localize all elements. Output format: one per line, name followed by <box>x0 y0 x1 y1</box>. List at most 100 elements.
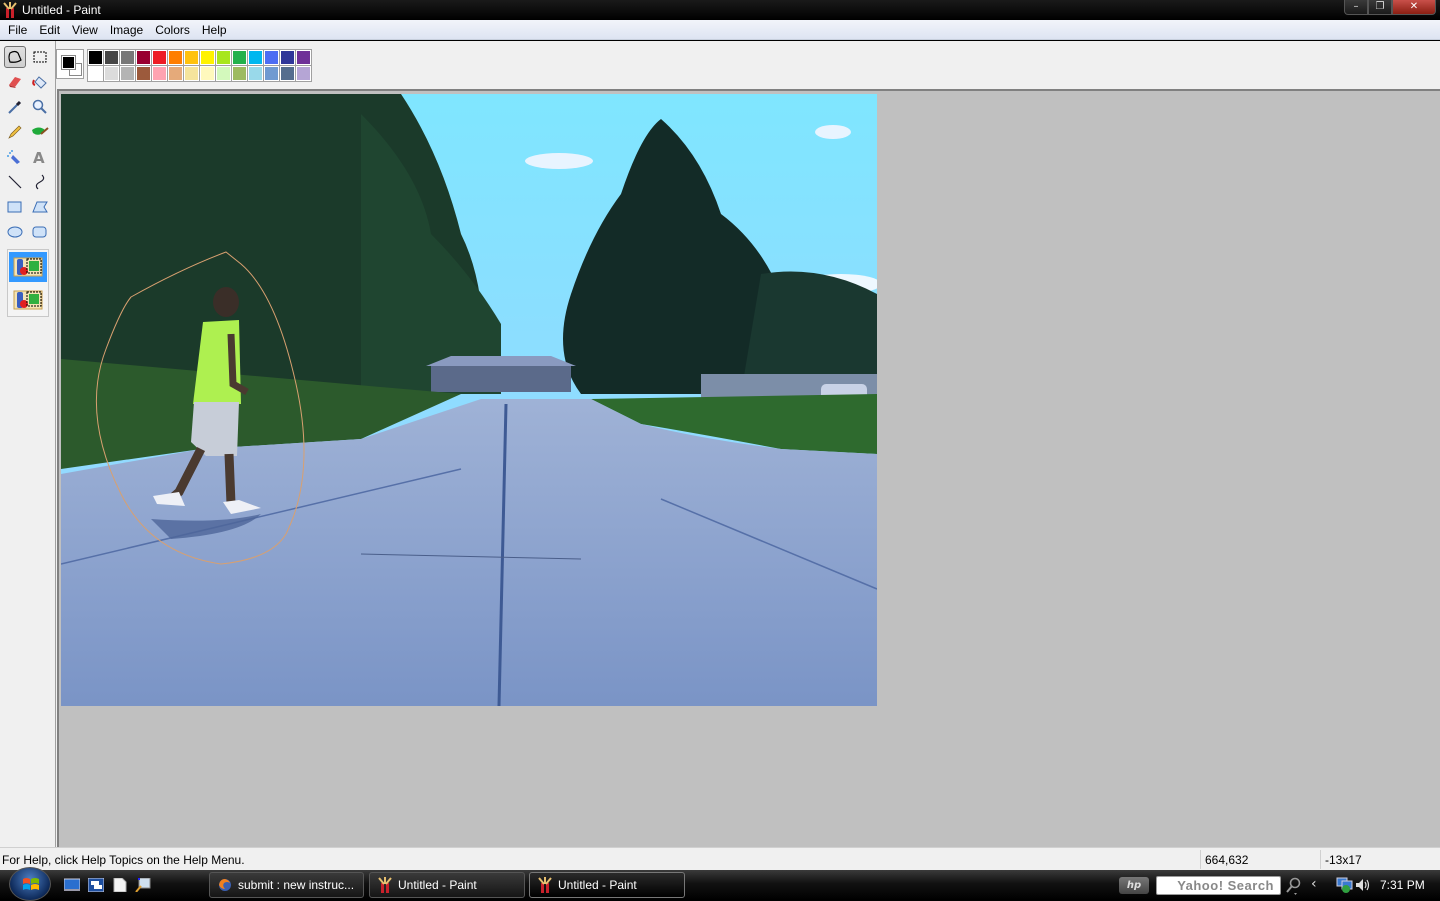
paint-window: A <box>0 41 1440 847</box>
lasso-icon <box>8 50 22 63</box>
taskbar-button-paint-1[interactable]: Untitled - Paint <box>369 872 525 898</box>
windows-logo-icon <box>23 878 39 890</box>
transparent-selection-icon <box>13 290 43 310</box>
palette-swatch[interactable] <box>295 49 312 66</box>
palette-swatch[interactable] <box>247 65 264 82</box>
palette-swatch[interactable] <box>263 49 280 66</box>
palette-swatch[interactable] <box>119 49 136 66</box>
tool-select[interactable] <box>29 46 51 68</box>
ellipse-icon <box>7 226 23 238</box>
tool-pencil[interactable] <box>4 121 26 143</box>
tool-curve[interactable] <box>29 171 51 193</box>
menu-view[interactable]: View <box>66 20 104 39</box>
menu-file[interactable]: File <box>2 20 33 39</box>
tool-line[interactable] <box>4 171 26 193</box>
tool-rectangle[interactable] <box>4 196 26 218</box>
tool-polygon[interactable] <box>29 196 51 218</box>
palette-swatch[interactable] <box>151 65 168 82</box>
tool-magnifier[interactable] <box>29 96 51 118</box>
palette-swatch[interactable] <box>167 65 184 82</box>
search-computer-icon[interactable] <box>135 878 151 892</box>
brush-icon <box>32 127 49 135</box>
palette-swatch[interactable] <box>295 65 312 82</box>
palette-swatch[interactable] <box>247 49 264 66</box>
close-button[interactable]: ✕ <box>1392 0 1436 15</box>
palette-swatch[interactable] <box>215 49 232 66</box>
house-roof <box>426 356 576 366</box>
taskbar-button-paint-2[interactable]: Untitled - Paint <box>529 872 685 898</box>
palette-swatch[interactable] <box>231 49 248 66</box>
menu-bar: File Edit View Image Colors Help <box>0 20 1440 40</box>
rectangle-icon <box>7 201 22 213</box>
clock[interactable]: 7:31 PM <box>1380 878 1425 892</box>
switch-windows-icon[interactable] <box>88 878 104 892</box>
svg-text:A: A <box>33 149 45 165</box>
cloud <box>525 153 593 169</box>
start-button[interactable] <box>9 867 51 901</box>
palette-swatch[interactable] <box>135 65 152 82</box>
palette-swatch[interactable] <box>135 49 152 66</box>
network-icon[interactable] <box>1336 877 1354 893</box>
yahoo-search-input[interactable]: Yahoo! Search <box>1156 876 1281 895</box>
rect-select-icon <box>33 51 47 63</box>
palette-swatch[interactable] <box>103 65 120 82</box>
paint-app-icon <box>3 2 17 18</box>
menu-edit[interactable]: Edit <box>33 20 66 39</box>
minimize-button[interactable]: – <box>1344 0 1368 15</box>
palette-swatch[interactable] <box>151 49 168 66</box>
hp-logo-icon[interactable]: hp <box>1119 877 1149 894</box>
current-colors[interactable] <box>56 49 84 79</box>
tool-pick-color[interactable] <box>4 96 26 118</box>
window-title: Untitled - Paint <box>22 3 101 17</box>
tool-free-form-select[interactable] <box>4 46 26 68</box>
color-palette <box>87 49 312 82</box>
taskbar-button-label: submit : new instruc... <box>238 878 355 892</box>
tool-rounded-rectangle[interactable] <box>29 221 51 243</box>
street-photo <box>61 94 877 706</box>
tool-airbrush[interactable] <box>4 146 26 168</box>
palette-swatch[interactable] <box>279 49 296 66</box>
palette-swatch[interactable] <box>231 65 248 82</box>
show-desktop-icon[interactable] <box>64 878 80 892</box>
menu-help[interactable]: Help <box>196 20 233 39</box>
paint-icon <box>378 877 392 893</box>
photo-canvas[interactable] <box>61 94 877 706</box>
restore-button[interactable]: ❐ <box>1368 0 1392 15</box>
palette-swatch[interactable] <box>183 65 200 82</box>
status-bar: For Help, click Help Topics on the Help … <box>0 847 1440 870</box>
rounded-rectangle-icon <box>32 226 47 238</box>
palette-swatch[interactable] <box>199 65 216 82</box>
tool-text[interactable]: A <box>29 146 51 168</box>
volume-icon[interactable] <box>1355 877 1371 893</box>
palette-swatch[interactable] <box>199 49 216 66</box>
tool-fill[interactable] <box>29 71 51 93</box>
palette-swatch[interactable] <box>279 65 296 82</box>
taskbar-button-firefox[interactable]: submit : new instruc... <box>209 872 364 898</box>
palette-swatch[interactable] <box>215 65 232 82</box>
close-icon: ✕ <box>1409 1 1419 12</box>
palette-swatch[interactable] <box>183 49 200 66</box>
tool-eraser[interactable] <box>4 71 26 93</box>
document-icon[interactable] <box>112 878 128 892</box>
tool-ellipse[interactable] <box>4 221 26 243</box>
foreground-color[interactable] <box>61 55 76 70</box>
palette-swatch[interactable] <box>103 49 120 66</box>
search-icon[interactable] <box>1286 877 1302 895</box>
palette-swatch[interactable] <box>87 49 104 66</box>
tool-brush[interactable] <box>29 121 51 143</box>
menu-colors[interactable]: Colors <box>149 20 196 39</box>
pencil-icon <box>8 125 22 139</box>
eyedropper-icon <box>8 100 22 114</box>
line-icon <box>8 175 22 189</box>
menu-image[interactable]: Image <box>104 20 149 39</box>
opaque-selection-option[interactable] <box>9 252 47 282</box>
cloud <box>815 125 851 139</box>
palette-swatch[interactable] <box>119 65 136 82</box>
palette-swatch[interactable] <box>167 49 184 66</box>
transparent-selection-option[interactable] <box>9 285 47 315</box>
palette-swatch[interactable] <box>87 65 104 82</box>
canvas-area[interactable] <box>57 89 1440 847</box>
status-help-text: For Help, click Help Topics on the Help … <box>2 853 245 867</box>
show-hidden-icons-chevron[interactable]: ‹ <box>1311 876 1317 892</box>
palette-swatch[interactable] <box>263 65 280 82</box>
